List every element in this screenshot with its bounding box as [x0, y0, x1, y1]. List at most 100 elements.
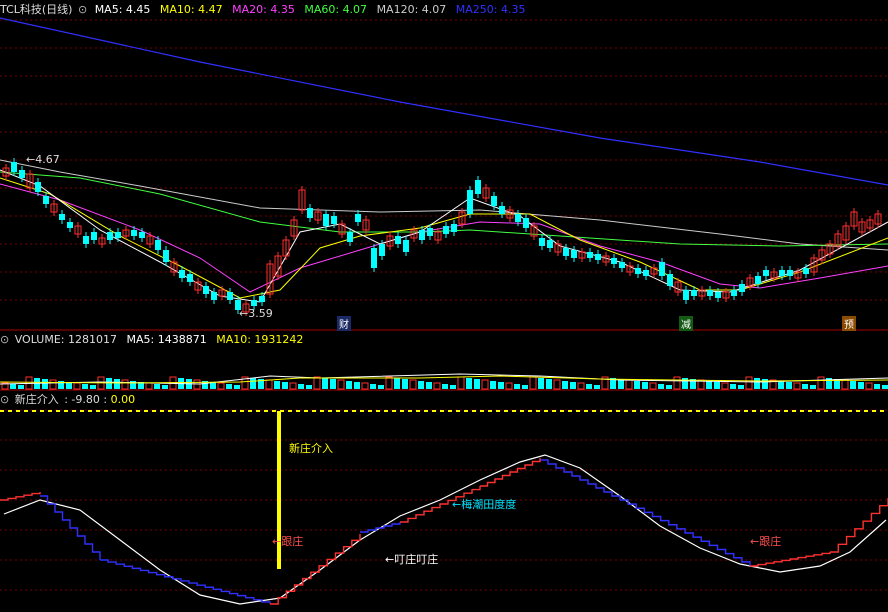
volume-bar: [42, 379, 48, 389]
volume-bar: [634, 381, 640, 389]
volume-bar: [714, 382, 720, 389]
candle-body-down: [355, 214, 361, 222]
ma20-readout: MA20: 4.35: [232, 3, 295, 16]
candle-body-down: [755, 276, 761, 284]
candle-body-down: [403, 240, 409, 252]
annotation-follow-1: ←跟庄: [272, 535, 304, 548]
volume-bar: [721, 382, 729, 390]
indicator-settings-icon[interactable]: ⊙: [0, 393, 9, 406]
volume-bar: [106, 378, 112, 389]
candle-body-down: [547, 240, 553, 248]
volume-bar: [850, 381, 856, 389]
volume-bar: [865, 382, 873, 390]
ma250-readout: MA250: 4.35: [455, 3, 526, 16]
volume-bar: [730, 384, 736, 389]
volume-bar: [250, 378, 256, 389]
volume-bar: [810, 385, 816, 389]
candle-body-down: [371, 248, 377, 268]
candle-body-down: [427, 228, 433, 236]
volume-bar: [73, 382, 81, 390]
candle-body-down: [19, 170, 25, 178]
volume-bar: [162, 385, 168, 389]
ma10-readout: MA10: 4.47: [159, 3, 223, 16]
volume-bar: [514, 384, 520, 389]
volume-bar: [586, 384, 592, 389]
candle-body-down: [499, 206, 505, 214]
volume-bar: [625, 379, 633, 390]
volume-bar: [570, 382, 576, 389]
volume-bar: [505, 382, 513, 390]
candle-body-down: [43, 196, 49, 204]
volume-bar: [778, 381, 784, 389]
volume-bar: [738, 385, 744, 389]
volume-ma10-readout: MA10: 1931242: [216, 333, 304, 346]
volume-ma5-readout: MA5: 1438871: [126, 333, 207, 346]
candle-body-down: [203, 286, 209, 294]
volume-bar: [121, 379, 129, 390]
volume-bar: [673, 376, 681, 390]
event-badge-财[interactable]: 财: [337, 316, 351, 331]
volume-bar: [193, 379, 201, 390]
volume-bar: [793, 382, 801, 390]
event-badge-减[interactable]: 减: [679, 316, 693, 331]
candle-body-down: [211, 292, 217, 300]
candle-body-down: [803, 268, 809, 274]
candle-body-down: [67, 222, 73, 228]
candle-body-down: [683, 290, 689, 300]
candle-body-down: [139, 232, 145, 238]
indicator-red-steps: [480, 458, 541, 487]
volume-bar: [330, 379, 336, 389]
volume-bar: [457, 376, 465, 390]
volume-settings-icon[interactable]: ⊙: [0, 333, 9, 346]
volume-bar: [754, 378, 760, 389]
volume-bar: [234, 385, 240, 389]
volume-bar: [265, 379, 273, 390]
volume-bar: [577, 382, 585, 390]
candle-body-down: [643, 270, 649, 276]
volume-bar: [282, 382, 288, 389]
volume-bar: [490, 381, 496, 389]
candle-body-down: [571, 250, 577, 258]
volume-bar: [426, 382, 432, 389]
candle-body-down: [259, 296, 265, 302]
indicator-red-steps: [0, 492, 41, 501]
candle-body-down: [35, 182, 41, 192]
settings-icon[interactable]: ⊙: [78, 3, 87, 16]
indicator-blue-steps: [100, 559, 271, 604]
volume-bar: [289, 382, 297, 390]
volume-bar: [481, 379, 489, 390]
annotation-watch: ←叮庄叮庄: [385, 553, 439, 566]
volume-bar: [874, 384, 880, 389]
ma250-line: [0, 17, 888, 186]
candle-body-down: [179, 270, 185, 278]
indicator-blue-steps: [40, 495, 101, 560]
ma5-readout: MA5: 4.45: [94, 3, 151, 16]
volume-bar: [337, 379, 345, 390]
volume-bar: [553, 379, 561, 390]
indicator-red-steps: [750, 552, 831, 567]
candle-body-down: [323, 214, 329, 226]
volume-bar: [642, 382, 648, 389]
candle-body-down: [515, 214, 521, 222]
volume-bar: [817, 376, 825, 390]
candle-body-down: [11, 162, 17, 172]
volume-bar: [298, 384, 304, 389]
volume-bar: [18, 385, 24, 389]
volume-bar: [322, 378, 328, 389]
volume-bar: [409, 379, 417, 390]
volume-bar: [394, 378, 400, 389]
price-low-label: ←3.59: [239, 307, 273, 320]
volume-bar: [442, 384, 448, 389]
candle-body-down: [419, 230, 425, 240]
volume-bar: [450, 385, 456, 389]
indicator-blue-steps: [540, 459, 621, 500]
volume-bar: [466, 378, 472, 389]
candle-body-down: [227, 292, 233, 300]
volume-bar: [226, 384, 232, 389]
candle-body-down: [619, 262, 625, 268]
candle-body-down: [131, 230, 137, 236]
volume-bar: [274, 381, 280, 389]
volume-bar: [378, 385, 384, 389]
candle-body-down: [595, 254, 601, 260]
event-badge-预[interactable]: 预: [842, 316, 856, 331]
